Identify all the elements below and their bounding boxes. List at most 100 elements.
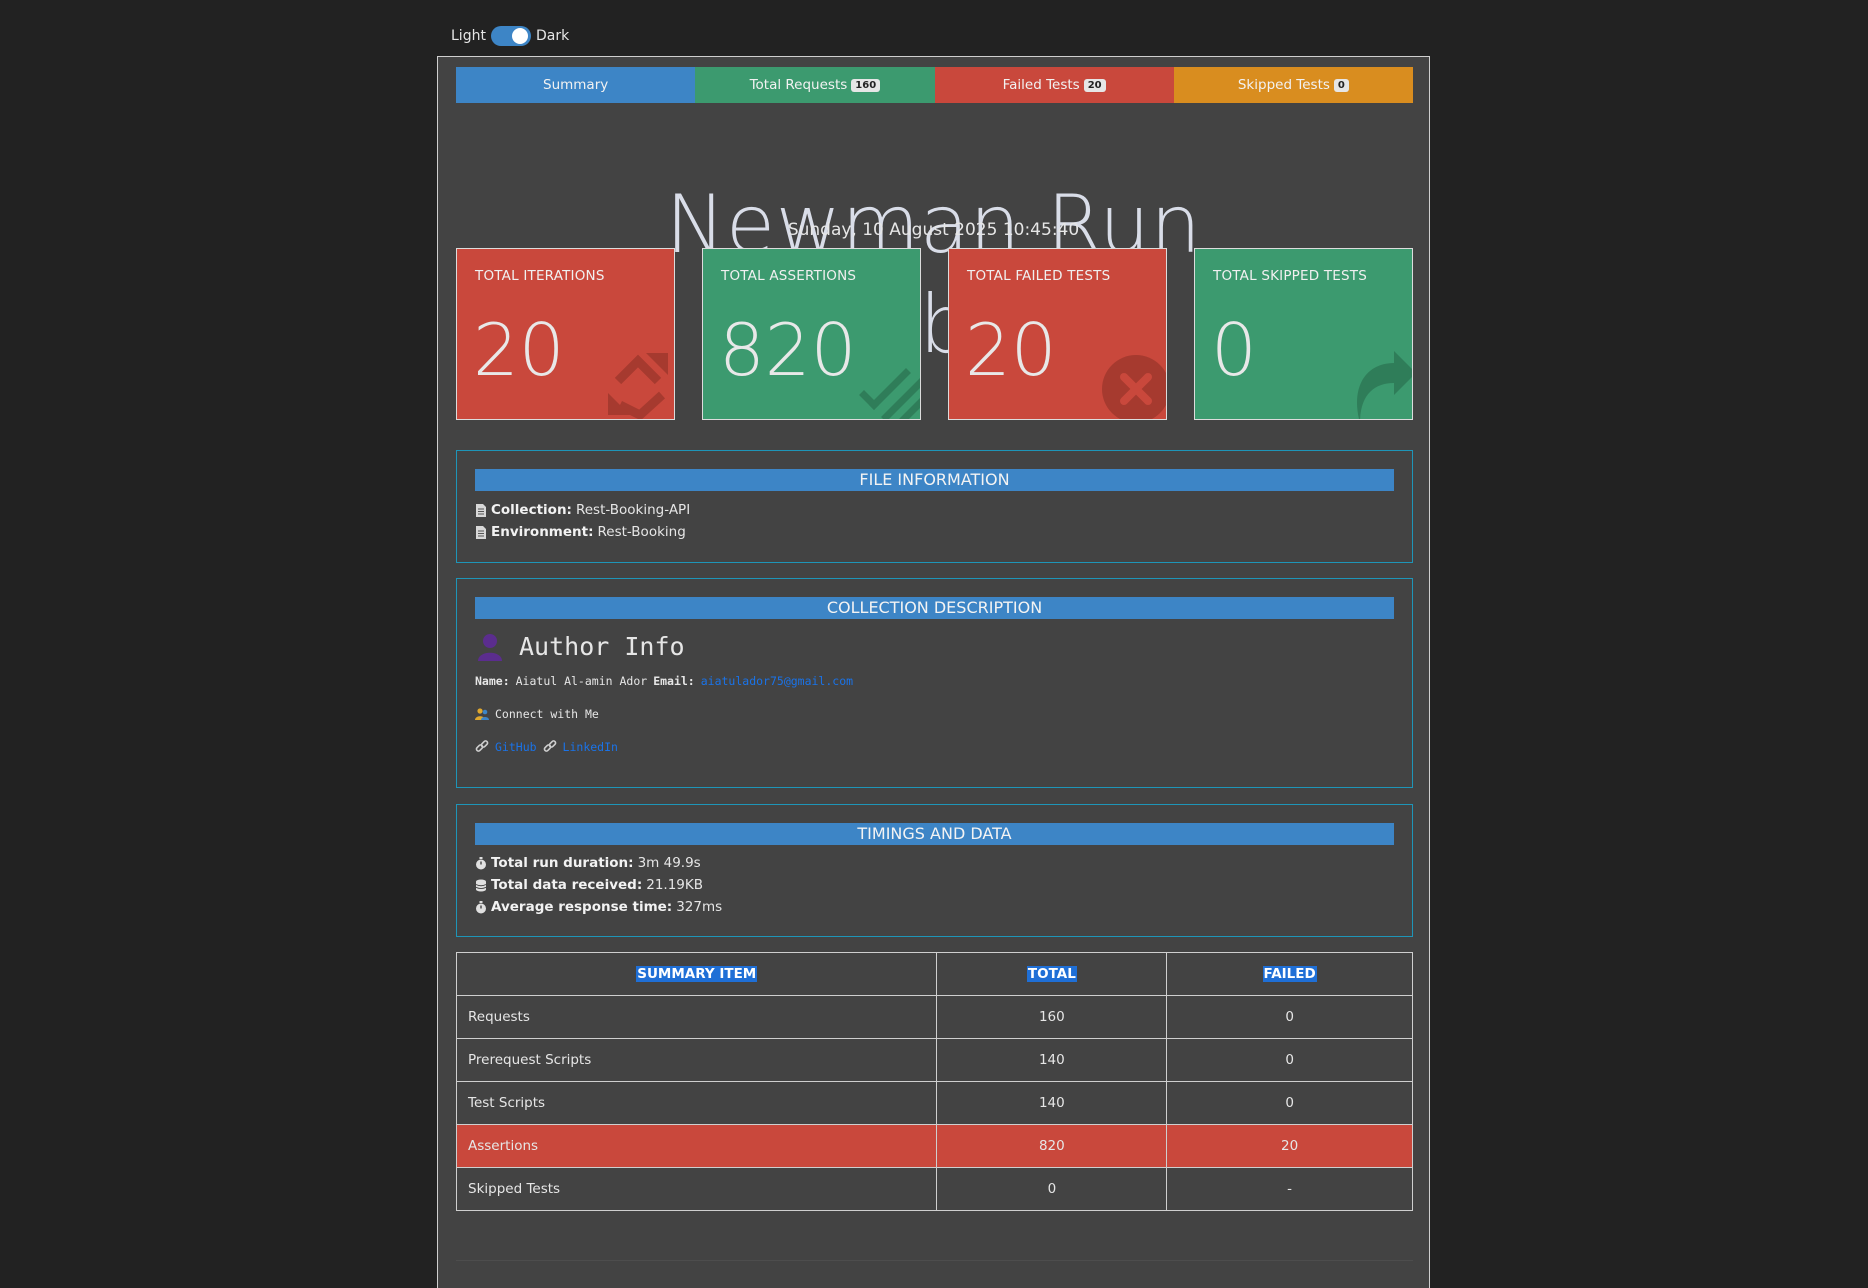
- name-label: Name:: [475, 674, 510, 688]
- failed-tests-badge: 20: [1083, 78, 1106, 92]
- response-time-label: Average response time:: [491, 899, 673, 915]
- linkedin-link[interactable]: LinkedIn: [563, 740, 618, 754]
- author-info-heading: Author Info: [475, 631, 685, 661]
- row-item: Test Scripts: [455, 1081, 938, 1125]
- collection-label: Collection:: [491, 502, 572, 518]
- row-item: Requests: [455, 995, 938, 1039]
- card-total-failed-tests: TOTAL FAILED TESTS 20: [948, 248, 1167, 420]
- data-received-line: Total data received: 21.19KB: [475, 877, 703, 893]
- data-received-value: 21.19KB: [646, 877, 704, 893]
- name-value: Aiatul Al-amin Ador: [515, 674, 648, 688]
- row-failed: 0: [1166, 1038, 1413, 1082]
- row-item: Assertions: [455, 1124, 938, 1168]
- email-link[interactable]: aiatulador75@gmail.com: [701, 674, 853, 688]
- table-row: Prerequest Scripts 140 0: [455, 1038, 1413, 1082]
- row-total: 0: [936, 1167, 1168, 1211]
- divider: [456, 1260, 1413, 1261]
- timings-and-data-panel: TIMINGS AND DATA Total run duration: 3m …: [456, 804, 1413, 937]
- tab-total-requests[interactable]: Total Requests 160: [695, 67, 935, 103]
- card-value: 20: [473, 308, 565, 392]
- header-summary-item: SUMMARY ITEM: [455, 952, 938, 996]
- connect-line: Connect with Me: [475, 707, 599, 721]
- tab-failed-tests[interactable]: Failed Tests 20: [934, 67, 1174, 103]
- response-time-value: 327ms: [676, 899, 723, 915]
- light-label: Light: [451, 28, 486, 44]
- row-total: 820: [936, 1124, 1168, 1168]
- theme-switch[interactable]: [490, 26, 531, 46]
- email-label: Email:: [653, 674, 695, 688]
- response-time-line: Average response time: 327ms: [475, 899, 722, 915]
- tasks-icon: [859, 368, 920, 419]
- social-links-line: GitHub LinkedIn: [475, 740, 618, 754]
- row-total: 160: [936, 995, 1168, 1039]
- card-label: TOTAL ITERATIONS: [475, 268, 605, 284]
- theme-toggle: Light Dark: [451, 26, 569, 46]
- tab-skipped-tests-label: Skipped Tests: [1237, 77, 1330, 93]
- link-icon: [475, 740, 489, 752]
- skipped-tests-badge: 0: [1333, 78, 1349, 92]
- nav-tabs: Summary Total Requests 160 Failed Tests …: [456, 67, 1413, 103]
- table-header-row: SUMMARY ITEM TOTAL FAILED: [455, 952, 1413, 996]
- author-info-title: Author Info: [519, 631, 685, 661]
- tab-total-requests-label: Total Requests: [749, 77, 848, 93]
- table-row: Skipped Tests 0 -: [455, 1167, 1413, 1211]
- table-row: Requests 160 0: [455, 995, 1413, 1039]
- row-item: Prerequest Scripts: [455, 1038, 938, 1082]
- dashboard-container: Summary Total Requests 160 Failed Tests …: [437, 56, 1430, 1288]
- card-label: TOTAL SKIPPED TESTS: [1213, 268, 1367, 284]
- github-link[interactable]: GitHub: [495, 740, 537, 754]
- header-failed: FAILED: [1166, 952, 1413, 996]
- file-information-panel: FILE INFORMATION Collection: Rest-Bookin…: [456, 450, 1413, 563]
- header-total: TOTAL: [936, 952, 1168, 996]
- table-row-failed: Assertions 820 20: [455, 1124, 1413, 1168]
- row-total: 140: [936, 1081, 1168, 1125]
- run-duration-value: 3m 49.9s: [637, 855, 701, 871]
- times-circle-icon: [1102, 355, 1166, 419]
- card-label: TOTAL FAILED TESTS: [967, 268, 1111, 284]
- row-failed: -: [1166, 1167, 1413, 1211]
- switch-knob: [511, 28, 528, 44]
- link-icon: [543, 740, 556, 752]
- card-total-skipped-tests: TOTAL SKIPPED TESTS 0: [1194, 248, 1413, 420]
- card-label: TOTAL ASSERTIONS: [721, 268, 857, 284]
- user-icon: [478, 634, 502, 661]
- table-row: Test Scripts 140 0: [455, 1081, 1413, 1125]
- timings-and-data-heading: TIMINGS AND DATA: [475, 823, 1394, 845]
- connect-text: Connect with Me: [495, 707, 599, 721]
- stopwatch-icon: [476, 900, 486, 913]
- tab-skipped-tests[interactable]: Skipped Tests 0: [1173, 67, 1413, 103]
- people-icon: [475, 708, 489, 720]
- card-total-assertions: TOTAL ASSERTIONS 820: [702, 248, 921, 420]
- run-duration-label: Total run duration:: [491, 855, 634, 871]
- file-information-heading: FILE INFORMATION: [475, 469, 1394, 491]
- refresh-icon: [608, 353, 668, 419]
- author-contact-line: Name: Aiatul Al-amin Ador Email: aiatula…: [475, 674, 853, 688]
- card-total-iterations: TOTAL ITERATIONS 20: [456, 248, 675, 420]
- row-failed: 0: [1166, 1081, 1413, 1125]
- database-icon: [475, 879, 487, 891]
- card-value: 820: [719, 308, 857, 392]
- card-value: 20: [965, 308, 1057, 392]
- tab-summary[interactable]: Summary: [456, 67, 696, 103]
- file-icon: [476, 525, 486, 539]
- environment-value: Rest-Booking: [597, 524, 686, 540]
- row-total: 140: [936, 1038, 1168, 1082]
- row-failed: 0: [1166, 995, 1413, 1039]
- total-requests-badge: 160: [851, 78, 881, 92]
- collection-description-panel: COLLECTION DESCRIPTION Author Info Name:…: [456, 578, 1413, 788]
- run-date: Sunday, 10 August 2025 10:45:40: [787, 220, 1080, 240]
- collection-value: Rest-Booking-API: [575, 502, 691, 518]
- card-value: 0: [1211, 308, 1257, 392]
- environment-label: Environment:: [491, 524, 594, 540]
- collection-description-heading: COLLECTION DESCRIPTION: [475, 597, 1394, 619]
- tab-summary-label: Summary: [543, 77, 609, 93]
- summary-table: SUMMARY ITEM TOTAL FAILED Requests 160 0…: [455, 952, 1413, 1211]
- collection-line: Collection: Rest-Booking-API: [475, 502, 690, 518]
- tab-failed-tests-label: Failed Tests: [1002, 77, 1080, 93]
- environment-line: Environment: Rest-Booking: [475, 524, 686, 540]
- share-icon: [1357, 351, 1412, 419]
- stat-cards: TOTAL ITERATIONS 20 TOTAL ASSERTIONS 820: [456, 248, 1413, 420]
- run-duration-line: Total run duration: 3m 49.9s: [475, 855, 701, 871]
- row-failed: 20: [1166, 1124, 1413, 1168]
- data-received-label: Total data received:: [491, 877, 643, 893]
